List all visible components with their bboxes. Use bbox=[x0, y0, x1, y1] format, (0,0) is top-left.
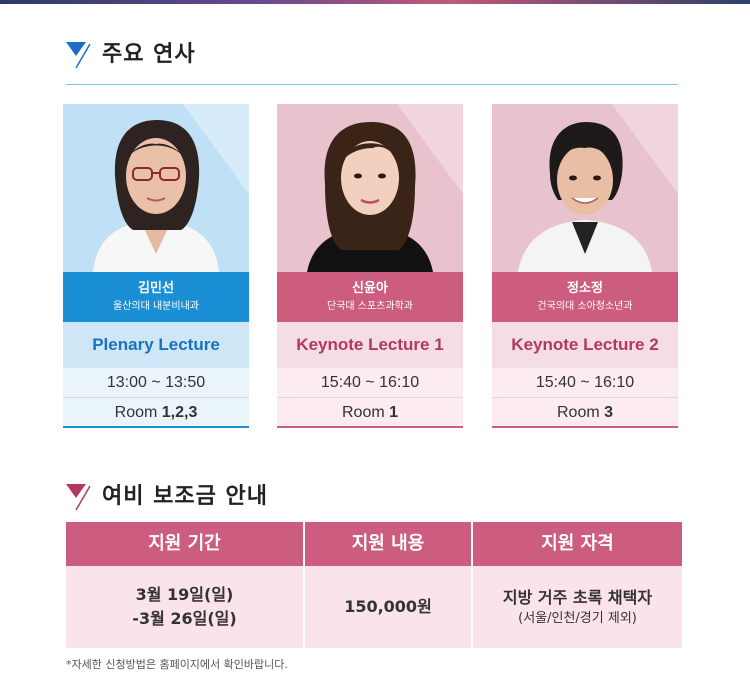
lecture-time: 15:40 ~ 16:10 bbox=[277, 368, 463, 398]
card-bottom-line bbox=[277, 426, 463, 428]
eligibility-note: (서울/인천/경기 제외) bbox=[518, 611, 637, 626]
speaker-card-3: 정소정 건국의대 소아청소년과 Keynote Lecture 2 15:40 … bbox=[492, 104, 678, 428]
speaker-name: 정소정 bbox=[567, 281, 603, 296]
speakers-section-title: 주요 연사 bbox=[102, 42, 196, 67]
period-start: 3월 19일(일) bbox=[135, 585, 234, 604]
speaker-namebox-3: 정소정 건국의대 소아청소년과 bbox=[492, 272, 678, 322]
room-prefix: Room bbox=[341, 404, 390, 421]
speaker-card-1: 김민선 울산의대 내분비내과 Plenary Lecture 13:00 ~ 1… bbox=[63, 104, 249, 428]
speaker-namebox-1: 김민선 울산의대 내분비내과 bbox=[63, 272, 249, 322]
lecture-time: 15:40 ~ 16:10 bbox=[492, 368, 678, 398]
lecture-room: Room 3 bbox=[492, 398, 678, 428]
room-number: 1 bbox=[389, 404, 399, 421]
speaker-name: 김민선 bbox=[138, 281, 174, 296]
grant-cell-content: 150,000원 bbox=[305, 566, 471, 648]
room-number: 1,2,3 bbox=[161, 404, 198, 421]
grant-section-header: 여비 보조금 안내 bbox=[66, 484, 268, 510]
speaker-affiliation: 단국대 스포츠과학과 bbox=[327, 301, 413, 312]
top-banner-strip bbox=[0, 0, 750, 4]
lecture-room: Room 1,2,3 bbox=[63, 398, 249, 428]
card-bottom-line bbox=[63, 426, 249, 428]
grant-table: 지원 기간 3월 19일(일) -3월 26일(일) 지원 내용 150,000… bbox=[66, 522, 682, 648]
speaker-namebox-2: 신윤아 단국대 스포츠과학과 bbox=[277, 272, 463, 322]
speaker-name: 신윤아 bbox=[352, 281, 388, 296]
period-end: -3월 26일(일) bbox=[132, 609, 237, 628]
eligibility-main: 지방 거주 초록 채택자 bbox=[502, 588, 653, 607]
lecture-type: Keynote Lecture 2 bbox=[492, 322, 678, 368]
speaker-photo-2 bbox=[277, 104, 463, 272]
grant-col-eligibility: 지원 자격 지방 거주 초록 채택자 (서울/인천/경기 제외) bbox=[473, 522, 682, 648]
triangle-pink-icon bbox=[66, 484, 92, 510]
footnote: *자세한 신청방법은 홈페이지에서 확인바랍니다. bbox=[66, 658, 288, 671]
grant-cell-period: 3월 19일(일) -3월 26일(일) bbox=[66, 566, 303, 648]
speaker-card-2: 신윤아 단국대 스포츠과학과 Keynote Lecture 1 15:40 ~… bbox=[277, 104, 463, 428]
grant-col-period: 지원 기간 3월 19일(일) -3월 26일(일) bbox=[66, 522, 303, 648]
speakers-divider bbox=[66, 84, 678, 85]
speaker-affiliation: 울산의대 내분비내과 bbox=[113, 301, 199, 312]
lecture-time: 13:00 ~ 13:50 bbox=[63, 368, 249, 398]
grant-amount: 150,000원 bbox=[344, 597, 432, 616]
speaker-affiliation: 건국의대 소아청소년과 bbox=[537, 301, 633, 312]
grant-cell-eligibility: 지방 거주 초록 채택자 (서울/인천/경기 제외) bbox=[473, 566, 682, 648]
grant-col-content: 지원 내용 150,000원 bbox=[305, 522, 471, 648]
speakers-section-header: 주요 연사 bbox=[66, 42, 196, 68]
room-prefix: Room bbox=[556, 404, 605, 421]
grant-header-eligibility: 지원 자격 bbox=[473, 522, 682, 566]
grant-section-title: 여비 보조금 안내 bbox=[102, 484, 268, 509]
room-prefix: Room bbox=[114, 404, 162, 421]
triangle-blue-icon bbox=[66, 42, 92, 68]
card-bottom-line bbox=[492, 426, 678, 428]
room-number: 3 bbox=[604, 404, 614, 421]
lecture-type: Plenary Lecture bbox=[63, 322, 249, 368]
speaker-photo-1 bbox=[63, 104, 249, 272]
lecture-room: Room 1 bbox=[277, 398, 463, 428]
lecture-type: Keynote Lecture 1 bbox=[277, 322, 463, 368]
grant-header-content: 지원 내용 bbox=[305, 522, 471, 566]
grant-header-period: 지원 기간 bbox=[66, 522, 303, 566]
speaker-photo-3 bbox=[492, 104, 678, 272]
